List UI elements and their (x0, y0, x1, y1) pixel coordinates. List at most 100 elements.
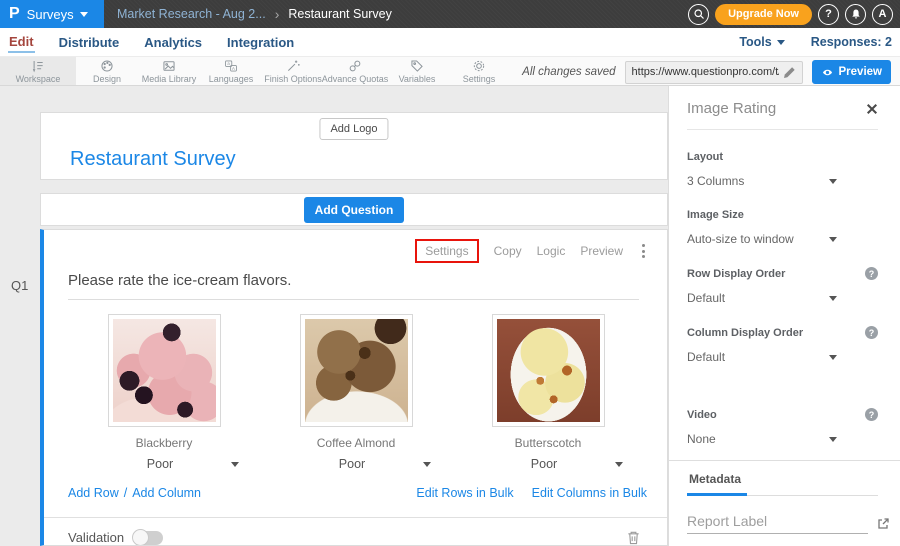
share-url-box (625, 61, 803, 84)
help-icon[interactable]: ? (865, 267, 878, 280)
chevron-down-icon (231, 462, 239, 467)
field-label: Row Display Order (687, 268, 785, 280)
survey-nav: Edit Distribute Analytics Integration To… (0, 28, 900, 56)
gear-icon (472, 59, 486, 73)
field-row-display-order: Row Display Order ? Default (687, 267, 878, 305)
question-preview-button[interactable]: Preview (580, 244, 623, 258)
avatar[interactable]: A (872, 4, 893, 25)
question-copy-button[interactable]: Copy (494, 244, 522, 258)
question-settings-button[interactable]: Settings (415, 239, 478, 263)
pencil-icon[interactable] (783, 66, 796, 79)
option-image[interactable] (492, 314, 605, 427)
surveys-menu-label: Surveys (27, 7, 74, 22)
row-display-order-dropdown[interactable]: Default (687, 291, 837, 305)
option-blackberry: Blackberry Poor (68, 314, 260, 471)
rating-dropdown[interactable]: Poor (89, 457, 239, 471)
preview-button[interactable]: Preview (812, 60, 891, 84)
tools-menu[interactable]: Tools (739, 35, 784, 49)
tab-integration[interactable]: Integration (226, 33, 295, 52)
toolbar-media-library-button[interactable]: Media Library (138, 57, 200, 85)
breadcrumb-folder[interactable]: Market Research - Aug 2... (117, 7, 266, 21)
question-number: Q1 (11, 278, 28, 293)
toolbar-languages-button[interactable]: aA Languages (200, 57, 262, 85)
toolbar-advance-quotas-button[interactable]: Advance Quotas (324, 57, 386, 85)
chevron-down-icon (829, 437, 837, 442)
close-sidebar-button[interactable] (866, 103, 878, 115)
breadcrumb: Market Research - Aug 2... › Restaurant … (117, 7, 392, 21)
open-report-label-button[interactable] (876, 517, 890, 534)
translate-icon: aA (224, 59, 238, 73)
layout-dropdown[interactable]: 3 Columns (687, 174, 837, 188)
question-logic-button[interactable]: Logic (537, 244, 566, 258)
image-size-dropdown[interactable]: Auto-size to window (687, 232, 837, 246)
rating-dropdown[interactable]: Poor (281, 457, 431, 471)
chevron-down-icon (829, 237, 837, 242)
question-gutter: Q1 (0, 86, 40, 546)
share-url-input[interactable] (632, 66, 779, 78)
surveys-menu[interactable]: Surveys (27, 7, 88, 22)
toolbar-design-button[interactable]: Design (76, 57, 138, 85)
tab-distribute[interactable]: Distribute (58, 33, 121, 52)
add-column-link[interactable]: Add Column (132, 486, 201, 500)
tab-metadata[interactable]: Metadata (687, 472, 747, 496)
search-button[interactable] (688, 4, 709, 25)
column-display-order-dropdown[interactable]: Default (687, 350, 837, 364)
upgrade-now-button[interactable]: Upgrade Now (715, 4, 812, 25)
field-image-size: Image Size Auto-size to window (687, 209, 878, 246)
tools-label: Tools (739, 35, 771, 49)
chevron-down-icon (615, 462, 623, 467)
field-label: Layout (687, 151, 723, 163)
tab-edit[interactable]: Edit (8, 32, 35, 53)
butterscotch-ice-cream-image (497, 319, 600, 422)
rating-dropdown[interactable]: Poor (473, 457, 623, 471)
survey-header-card: Add Logo Restaurant Survey (40, 112, 668, 180)
close-icon (866, 103, 878, 115)
validation-toggle[interactable] (133, 531, 163, 545)
field-layout: Layout 3 Columns (687, 151, 878, 188)
breadcrumb-survey-name[interactable]: Restaurant Survey (288, 7, 392, 21)
question-text[interactable]: Please rate the ice-cream flavors. (68, 272, 639, 300)
option-image[interactable] (300, 314, 413, 427)
chevron-down-icon (829, 179, 837, 184)
option-coffee-almond: Coffee Almond Poor (260, 314, 452, 471)
chevron-down-icon (777, 40, 785, 45)
field-video: Video ? None (687, 408, 878, 446)
toolbar-settings-button[interactable]: Settings (448, 57, 510, 85)
external-link-icon (876, 517, 890, 531)
sidebar-section-divider (669, 460, 900, 461)
add-logo-button[interactable]: Add Logo (319, 118, 388, 140)
field-label: Image Size (687, 209, 744, 221)
blackberry-ice-cream-image (113, 319, 216, 422)
help-button[interactable]: ? (818, 4, 839, 25)
chevron-down-icon (829, 355, 837, 360)
kebab-menu-icon[interactable] (638, 242, 649, 260)
add-row-link[interactable]: Add Row (68, 486, 119, 500)
add-question-button[interactable]: Add Question (304, 197, 405, 223)
tab-analytics[interactable]: Analytics (143, 33, 203, 52)
responses-count[interactable]: Responses: 2 (811, 35, 892, 49)
report-label-input[interactable] (687, 511, 868, 534)
toolbar-finish-options-button[interactable]: Finish Options (262, 57, 324, 85)
eye-icon (821, 67, 834, 78)
toolbar-workspace-button[interactable]: Workspace (0, 57, 76, 85)
brand-block[interactable]: P Surveys (0, 0, 104, 28)
edit-columns-bulk-link[interactable]: Edit Columns in Bulk (532, 486, 647, 500)
content-area: Q1 Add Logo Restaurant Survey Add Questi… (0, 86, 900, 546)
toolbar-variables-button[interactable]: Variables (386, 57, 448, 85)
video-dropdown[interactable]: None (687, 432, 837, 446)
save-status: All changes saved (522, 66, 615, 78)
option-label: Blackberry (136, 436, 193, 450)
chevron-down-icon (80, 12, 88, 17)
toolbar-right: All changes saved Preview (522, 57, 891, 87)
survey-title[interactable]: Restaurant Survey (70, 148, 236, 171)
breadcrumb-separator-icon: › (275, 7, 280, 21)
help-icon[interactable]: ? (865, 326, 878, 339)
svg-text:A: A (232, 65, 235, 70)
delete-question-button[interactable] (626, 530, 641, 545)
field-label: Column Display Order (687, 327, 803, 339)
slash-separator: / (124, 486, 127, 500)
edit-rows-bulk-link[interactable]: Edit Rows in Bulk (416, 486, 513, 500)
help-icon[interactable]: ? (865, 408, 878, 421)
option-image[interactable] (108, 314, 221, 427)
notifications-button[interactable] (845, 4, 866, 25)
